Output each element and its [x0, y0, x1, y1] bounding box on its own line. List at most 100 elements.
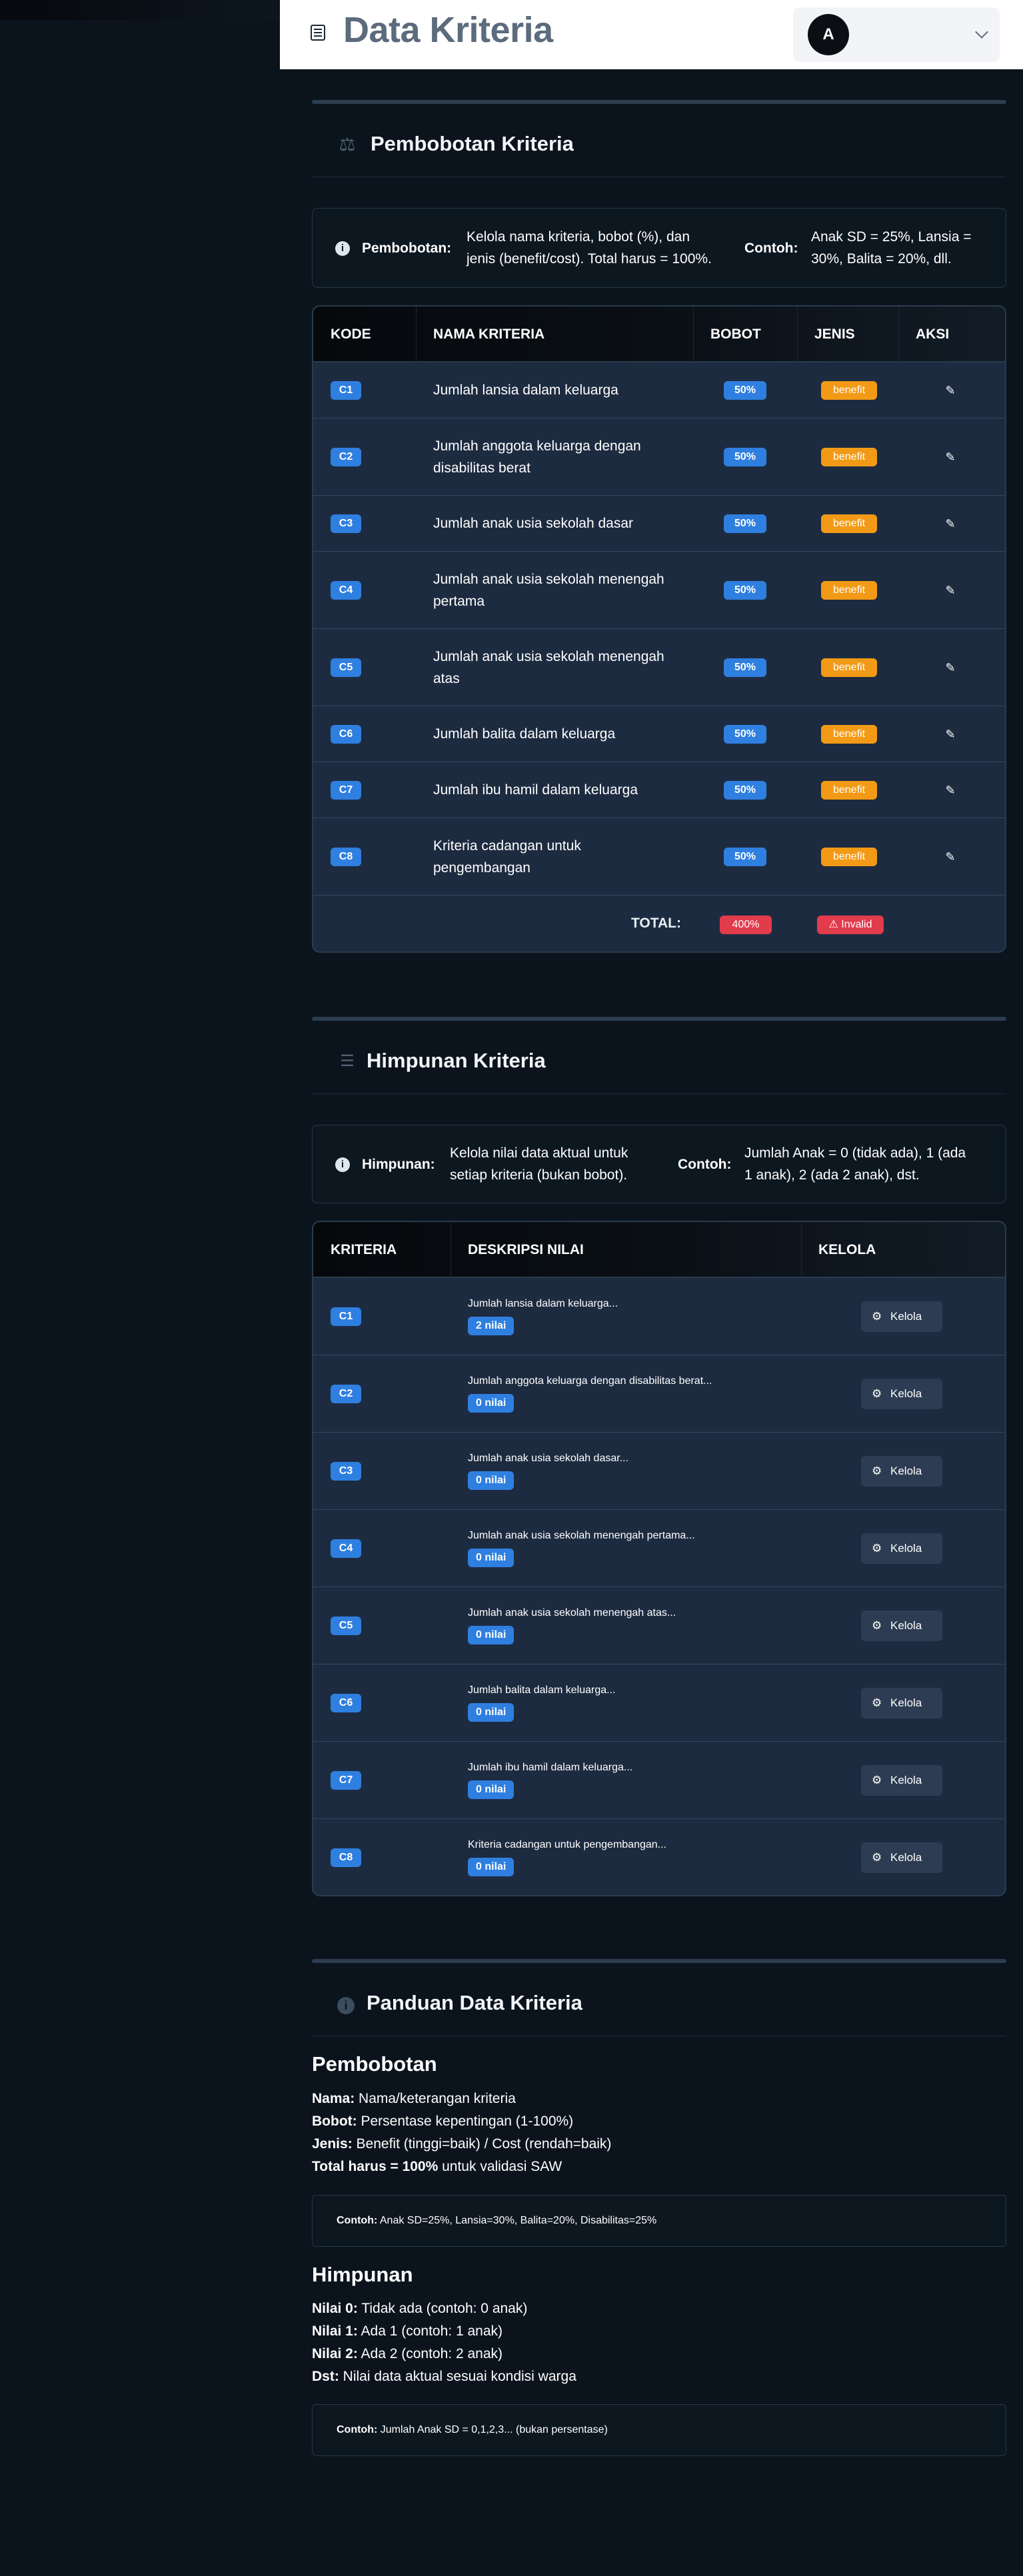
kelola-button[interactable]: ⚙ Kelola	[861, 1456, 942, 1487]
table-header: KRITERIA DESKRIPSI NILAI KELOLA	[313, 1222, 1005, 1278]
kelola-button[interactable]: ⚙ Kelola	[861, 1533, 942, 1564]
gears-icon: ⚙	[872, 1774, 882, 1786]
kelola-button[interactable]: ⚙ Kelola	[861, 1301, 942, 1332]
column-header-jenis: JENIS	[814, 326, 855, 342]
info-icon: i	[335, 241, 350, 256]
table-row: C2 Jumlah anggota keluarga dengan disabi…	[313, 418, 1005, 496]
table-row: C1 Jumlah lansia dalam keluarga 50% bene…	[313, 362, 1005, 418]
guide-line: Nilai 0: Tidak ada (contoh: 0 anak)	[312, 2301, 528, 2316]
user-menu[interactable]: A Admin Sistem SAW	[793, 7, 1000, 62]
criteria-code-badge: C8	[331, 848, 361, 866]
value-count-badge: 0 nilai	[468, 1858, 514, 1876]
edit-icon[interactable]: ✎	[944, 850, 957, 864]
criteria-code-badge: C1	[331, 1307, 361, 1326]
column-header-kelola: KELOLA	[818, 1242, 876, 1257]
sidebar	[0, 0, 280, 2576]
info-text-line-2: jenis (benefit/cost). Total harus = 100%…	[467, 251, 712, 267]
table-row: C1 Jumlah lansia dalam keluarga... 2 nil…	[313, 1278, 1005, 1355]
table-row: C7 Jumlah ibu hamil dalam keluarga 50% b…	[313, 762, 1005, 818]
gears-icon: ⚙	[872, 1542, 882, 1555]
bobot-badge: 50%	[724, 514, 766, 533]
criteria-name: Jumlah ibu hamil dalam keluarga	[433, 782, 638, 798]
total-row: TOTAL: 400% ⚠ Invalid	[313, 896, 1005, 952]
bobot-badge: 50%	[724, 848, 766, 866]
table-row: C5 Jumlah anak usia sekolah menengah ata…	[313, 629, 1005, 706]
gears-icon: ⚙	[872, 1465, 882, 1477]
column-header-aksi: AKSI	[916, 326, 950, 342]
value-count-badge: 0 nilai	[468, 1549, 514, 1567]
section-header: ☰ Himpunan Kriteria	[312, 1021, 1006, 1094]
kelola-button[interactable]: ⚙ Kelola	[861, 1765, 942, 1796]
guide-line: Total harus = 100% untuk validasi SAW	[312, 2159, 562, 2174]
edit-icon[interactable]: ✎	[944, 384, 957, 397]
column-header-deskripsi: DESKRIPSI NILAI	[468, 1242, 584, 1257]
bobot-badge: 50%	[724, 725, 766, 744]
table-row: C7 Jumlah ibu hamil dalam keluarga... 0 …	[313, 1742, 1005, 1819]
example-text: Contoh: Jumlah Anak SD = 0,1,2,3... (buk…	[337, 2424, 608, 2435]
criteria-name: Jumlah balita dalam keluarga	[433, 726, 616, 742]
edit-icon[interactable]: ✎	[944, 784, 957, 797]
section-title: Pembobotan Kriteria	[371, 132, 574, 155]
section-header: ⚖ Pembobotan Kriteria	[312, 104, 1006, 177]
criteria-code-badge: C1	[331, 381, 361, 400]
criteria-code-badge: C6	[331, 1694, 361, 1712]
top-bar: Data Kriteria A Admin Sistem SAW	[280, 0, 1023, 69]
jenis-badge: benefit	[821, 848, 877, 866]
criteria-name: Kriteria cadangan untuk	[433, 838, 581, 854]
jenis-badge: benefit	[821, 381, 877, 400]
gears-icon: ⚙	[872, 1310, 882, 1323]
menu-toggle-icon[interactable]	[311, 25, 325, 41]
criteria-name-line-2: disabilitas berat	[433, 460, 530, 476]
example-text-line-1: Anak SD = 25%, Lansia =	[811, 229, 972, 245]
value-description: Kriteria cadangan untuk pengembangan...	[468, 1839, 666, 1850]
value-count-badge: 0 nilai	[468, 1626, 514, 1644]
column-header-bobot: BOBOT	[710, 326, 761, 342]
criteria-code-badge: C7	[331, 781, 361, 800]
value-count-badge: 0 nilai	[468, 1703, 514, 1722]
gears-icon: ⚙	[872, 1387, 882, 1400]
jenis-badge: benefit	[821, 725, 877, 744]
table-row: C8 Kriteria cadangan untuk pengembangan …	[313, 818, 1005, 896]
criteria-code-badge: C2	[331, 448, 361, 466]
table-row: C3 Jumlah anak usia sekolah dasar 50% be…	[313, 496, 1005, 552]
jenis-badge: benefit	[821, 581, 877, 600]
table-row: C8 Kriteria cadangan untuk pengembangan.…	[313, 1819, 1005, 1895]
example-text-line-2: 30%, Balita = 20%, dll.	[811, 251, 952, 267]
jenis-badge: benefit	[821, 448, 877, 466]
criteria-code-badge: C5	[331, 658, 361, 677]
total-label: TOTAL:	[630, 916, 681, 931]
edit-icon[interactable]: ✎	[944, 450, 957, 464]
gears-icon: ⚙	[872, 1851, 882, 1864]
value-description: Jumlah anggota keluarga dengan disabilit…	[468, 1375, 712, 1387]
info-text-line-1: Kelola nama kriteria, bobot (%), dan	[467, 229, 690, 245]
kelola-button[interactable]: ⚙ Kelola	[861, 1610, 942, 1641]
pembobotan-info-box: i Pembobotan: Kelola nama kriteria, bobo…	[312, 208, 1006, 288]
info-label: Himpunan:	[362, 1157, 435, 1172]
value-description: Jumlah lansia dalam keluarga...	[468, 1298, 618, 1309]
info-icon: i	[335, 1157, 350, 1172]
criteria-code-badge: C5	[331, 1616, 361, 1635]
table-row: C6 Jumlah balita dalam keluarga 50% bene…	[313, 706, 1005, 762]
bobot-badge: 50%	[724, 448, 766, 466]
edit-icon[interactable]: ✎	[944, 728, 957, 741]
criteria-name-line-2: pengembangan	[433, 860, 530, 876]
guide-line: Nama: Nama/keterangan kriteria	[312, 2091, 516, 2106]
kelola-button[interactable]: ⚙ Kelola	[861, 1688, 942, 1718]
pembobotan-example-box: Contoh: Anak SD=25%, Lansia=30%, Balita=…	[312, 2195, 1006, 2247]
bobot-badge: 50%	[724, 658, 766, 677]
criteria-code-badge: C3	[331, 514, 361, 533]
edit-icon[interactable]: ✎	[944, 584, 957, 597]
criteria-name-line-2: atas	[433, 671, 460, 686]
criteria-code-badge: C4	[331, 581, 361, 600]
table-row: C4 Jumlah anak usia sekolah menengah per…	[313, 552, 1005, 629]
user-name: Admin Sistem SAW	[860, 27, 958, 40]
example-text: Contoh: Anak SD=25%, Lansia=30%, Balita=…	[337, 2215, 657, 2226]
criteria-name: Jumlah anak usia sekolah dasar	[433, 516, 634, 531]
edit-icon[interactable]: ✎	[944, 661, 957, 674]
kelola-button[interactable]: ⚙ Kelola	[861, 1379, 942, 1409]
edit-icon[interactable]: ✎	[944, 517, 957, 530]
criteria-code-badge: C2	[331, 1385, 361, 1403]
list-icon: ☰	[340, 1052, 355, 1070]
value-description: Jumlah ibu hamil dalam keluarga...	[468, 1762, 633, 1773]
kelola-button[interactable]: ⚙ Kelola	[861, 1842, 942, 1873]
